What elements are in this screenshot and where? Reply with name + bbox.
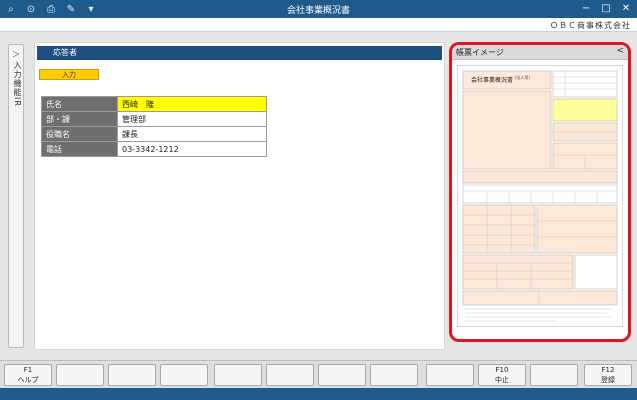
fkey-code: F1 xyxy=(23,366,33,374)
f2-button[interactable] xyxy=(56,364,104,386)
document-title: 会社事業概況書 xyxy=(471,77,514,84)
preview-document[interactable]: 会社事業概況書 (法人用) xyxy=(457,65,623,327)
form-row-phone: 電話 03-3342-1212 xyxy=(41,141,267,157)
document-subtitle: (法人用) xyxy=(515,75,531,80)
side-tab-label: 入力機能IR xyxy=(13,61,22,107)
field-label: 部・課 xyxy=(41,111,118,127)
section-header: 応答者 xyxy=(37,46,442,60)
f7-button[interactable] xyxy=(318,364,366,386)
fkey-label: 登録 xyxy=(601,376,615,384)
fkey-code: F10 xyxy=(495,366,509,374)
field-label: 電話 xyxy=(41,141,118,157)
position-field[interactable]: 課長 xyxy=(117,126,267,142)
input-badge: 入力 xyxy=(39,69,99,80)
phone-field[interactable]: 03-3342-1212 xyxy=(117,141,267,157)
f10-cancel-button[interactable]: F10 中止 xyxy=(478,364,526,386)
form-row-name: 氏名 西崎 隆 xyxy=(41,96,267,112)
f12-register-button[interactable]: F12 登録 xyxy=(584,364,632,386)
side-tab-input-functions[interactable]: ＞ 入力機能IR xyxy=(8,44,24,348)
collapse-icon[interactable]: < xyxy=(616,46,624,56)
f5-button[interactable] xyxy=(214,364,262,386)
f4-button[interactable] xyxy=(160,364,208,386)
window-controls: − □ ✕ xyxy=(577,1,635,16)
form-row-department: 部・課 管理部 xyxy=(41,111,267,127)
close-button[interactable]: ✕ xyxy=(617,1,635,16)
maximize-button[interactable]: □ xyxy=(597,1,615,16)
respondent-form: 氏名 西崎 隆 部・課 管理部 役職名 課長 電話 03-3342-1212 xyxy=(41,96,267,157)
f9-button[interactable] xyxy=(426,364,474,386)
field-label: 役職名 xyxy=(41,126,118,142)
main-panel: 応答者 入力 氏名 西崎 隆 部・課 管理部 役職名 課長 電話 03-3342… xyxy=(34,42,445,350)
f6-button[interactable] xyxy=(266,364,314,386)
status-strip xyxy=(0,388,637,400)
fkey-code: F12 xyxy=(601,366,615,374)
preview-title: 帳票イメージ xyxy=(456,48,504,57)
window-title: 会社事業概況書 xyxy=(286,6,350,16)
field-label: 氏名 xyxy=(41,96,118,112)
company-bar: ＯＢＣ商事株式会社 xyxy=(0,18,637,32)
form-preview-panel: 帳票イメージ < 会社事業概況書 (法人用) xyxy=(449,42,631,342)
document-thumbnail xyxy=(457,65,623,327)
fkey-label: ヘルプ xyxy=(17,376,39,384)
company-name: ＯＢＣ商事株式会社 xyxy=(550,21,631,30)
fkey-label: 中止 xyxy=(495,376,509,384)
title-bar: ⌕ ⊙ ⎙ ✎ ▾ 会社事業概況書 − □ ✕ xyxy=(0,0,637,18)
f3-button[interactable] xyxy=(108,364,156,386)
form-row-position: 役職名 課長 xyxy=(41,126,267,142)
minimize-button[interactable]: − xyxy=(577,1,595,16)
name-field[interactable]: 西崎 隆 xyxy=(117,96,267,112)
department-field[interactable]: 管理部 xyxy=(117,111,267,127)
f1-help-button[interactable]: F1 ヘルプ xyxy=(4,364,52,386)
chevron-right-icon: ＞ xyxy=(12,50,20,59)
f11-button[interactable] xyxy=(530,364,578,386)
preview-header: 帳票イメージ xyxy=(452,45,628,60)
f8-button[interactable] xyxy=(370,364,418,386)
